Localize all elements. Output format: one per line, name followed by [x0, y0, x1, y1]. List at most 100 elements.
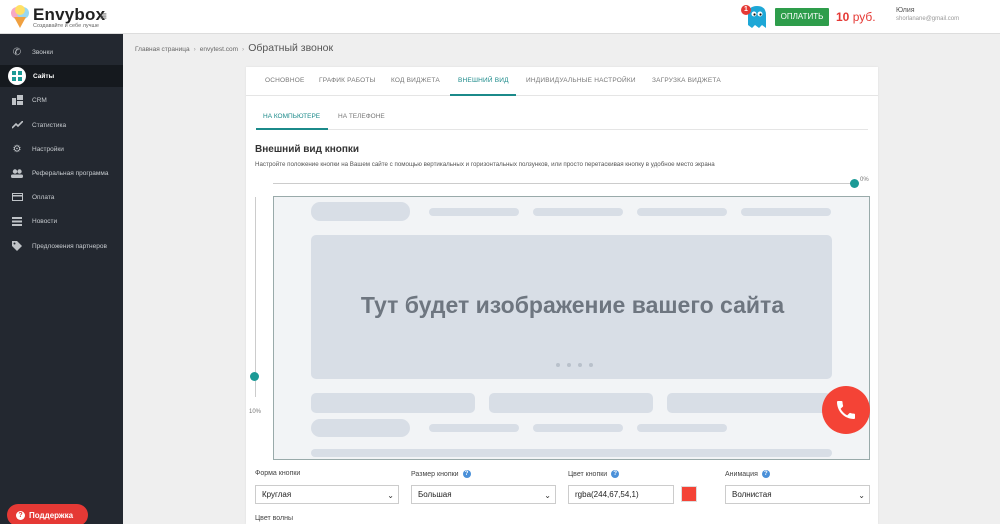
sidebar-item-calls[interactable]: ✆ Звонки: [0, 41, 123, 63]
site-preview: Тут будет изображение вашего сайта: [273, 196, 870, 460]
user-name[interactable]: Юлия: [896, 7, 915, 14]
tab-schedule[interactable]: ГРАФИК РАБОТЫ: [319, 77, 376, 84]
tab-widget-code[interactable]: КОД ВИДЖЕТА: [391, 77, 440, 84]
shape-label: Форма кнопки: [255, 470, 301, 477]
top-bar: Envybox Создавайте и себе лучше ≡ 1 ОПЛА…: [0, 0, 1000, 34]
tab-basic[interactable]: ОСНОВНОЕ: [265, 77, 305, 84]
callback-widget-button[interactable]: [822, 386, 870, 434]
preview-text-placeholder: [637, 424, 727, 432]
horizontal-slider-handle[interactable]: [850, 179, 859, 188]
preview-text-placeholder: [429, 424, 519, 432]
active-subtab-indicator: [256, 128, 328, 130]
tag-icon: [9, 238, 25, 254]
sidebar-item-label: Предложения партнеров: [32, 242, 107, 250]
sidebar-item-settings[interactable]: ⚙ Настройки: [0, 138, 123, 160]
sidebar-item-news[interactable]: Новости: [0, 210, 123, 232]
sidebar-item-crm[interactable]: CRM: [0, 89, 123, 111]
preview-footer-placeholder: [311, 449, 832, 457]
breadcrumb-site[interactable]: envytest.com: [200, 46, 238, 53]
sidebar-item-label: Оплата: [32, 193, 55, 201]
color-label: Цвет кнопки?: [568, 470, 620, 478]
support-label: Поддержка: [29, 510, 74, 520]
preview-card-placeholder: [311, 393, 475, 413]
preview-logo-placeholder: [311, 202, 410, 221]
help-icon[interactable]: ?: [611, 470, 620, 478]
preview-card-placeholder: [489, 393, 653, 413]
sidebar-item-sites[interactable]: Сайты: [0, 65, 123, 87]
sidebar-item-label: Звонки: [32, 48, 53, 56]
balance: 10 руб.: [836, 10, 876, 24]
vertical-slider-handle[interactable]: [250, 372, 259, 381]
preview-carousel-dots: [556, 363, 593, 367]
help-icon[interactable]: ?: [462, 470, 471, 478]
preview-nav-placeholder: [533, 208, 623, 216]
breadcrumb: Главная страница › envytest.com › Обратн…: [135, 42, 333, 54]
color-swatch[interactable]: [681, 486, 697, 502]
chevron-down-icon: ⌄: [858, 491, 865, 500]
chevron-down-icon: ⌄: [387, 491, 394, 500]
preview-nav-placeholder: [429, 208, 519, 216]
size-select[interactable]: Большая ⌄: [411, 485, 556, 504]
tab-individual-settings[interactable]: ИНДИВИДУАЛЬНЫЕ НАСТРОЙКИ: [526, 77, 636, 84]
phone-icon: ✆: [12, 46, 22, 58]
tab-appearance[interactable]: ВНЕШНИЙ ВИД: [458, 77, 509, 84]
preview-card-placeholder: [667, 393, 831, 413]
sidebar-item-label: Новости: [32, 217, 58, 225]
preview-nav-placeholder: [637, 208, 727, 216]
sidebar-item-label: Настройки: [32, 145, 64, 153]
breadcrumb-separator: ›: [193, 46, 196, 53]
wave-color-label: Цвет волны: [255, 515, 293, 522]
sidebar-item-payment[interactable]: Оплата: [0, 186, 123, 208]
sidebar-item-referral[interactable]: Реферальная программа: [0, 162, 123, 184]
sites-icon: [8, 67, 26, 85]
sidebar-item-label: Сайты: [33, 72, 55, 80]
question-icon: ?: [16, 510, 25, 520]
animation-select[interactable]: Волнистая ⌄: [725, 485, 870, 504]
phone-icon: [837, 401, 855, 419]
horizontal-slider-track[interactable]: [273, 183, 855, 184]
section-title: Внешний вид кнопки: [255, 144, 360, 155]
sidebar-item-label: CRM: [32, 96, 47, 104]
vertical-slider-track[interactable]: [255, 197, 256, 397]
menu-toggle-icon[interactable]: ≡: [100, 10, 107, 22]
size-label: Размер кнопки?: [411, 470, 471, 478]
brand-tagline: Создавайте и себе лучше: [33, 23, 99, 29]
preview-placeholder-text: Тут будет изображение вашего сайта: [360, 292, 785, 318]
breadcrumb-home[interactable]: Главная страница: [135, 46, 190, 53]
animation-label: Анимация?: [725, 470, 770, 478]
subtab-desktop[interactable]: НА КОМПЬЮТЕРЕ: [263, 113, 320, 120]
logo-icon[interactable]: [8, 5, 32, 29]
tab-bar: ОСНОВНОЕ ГРАФИК РАБОТЫ КОД ВИДЖЕТА ВНЕШН…: [246, 67, 878, 96]
preview-nav-placeholder: [741, 208, 831, 216]
sidebar-item-label: Реферальная программа: [32, 169, 109, 177]
chevron-down-icon: ⌄: [544, 491, 551, 500]
help-icon[interactable]: ?: [761, 470, 770, 478]
tab-widget-upload[interactable]: ЗАГРУЗКА ВИДЖЕТА: [652, 77, 721, 84]
brand-name[interactable]: Envybox: [33, 5, 105, 25]
news-icon: [9, 213, 25, 229]
support-button[interactable]: ? Поддержка: [7, 504, 88, 524]
sidebar-item-stats[interactable]: Статистика: [0, 114, 123, 136]
preview-button-placeholder: [311, 419, 410, 437]
crm-icon: [9, 92, 25, 108]
preview-text-placeholder: [533, 424, 623, 432]
horizontal-slider-value: 0%: [860, 177, 869, 183]
pay-button[interactable]: ОПЛАТИТЬ: [775, 8, 829, 26]
shape-select[interactable]: Круглая ⌄: [255, 485, 399, 504]
people-icon: [9, 165, 25, 181]
gear-icon: ⚙: [12, 143, 22, 155]
sidebar-item-partners[interactable]: Предложения партнеров: [0, 235, 123, 257]
breadcrumb-separator: ›: [242, 46, 245, 53]
payment-icon: [9, 189, 25, 205]
notification-badge: 1: [741, 5, 751, 15]
subtab-mobile[interactable]: НА ТЕЛЕФОНЕ: [338, 113, 385, 120]
vertical-slider-value: 10%: [249, 409, 262, 415]
color-input[interactable]: rgba(244,67,54,1): [568, 485, 674, 504]
user-email[interactable]: shorlanane@gmail.com: [896, 16, 959, 22]
sidebar: ✆ Звонки Сайты CRM Статистика ⚙ Настройк…: [0, 34, 123, 524]
section-description: Настройте положение кнопки на Вашем сайт…: [255, 161, 715, 168]
settings-card: ОСНОВНОЕ ГРАФИК РАБОТЫ КОД ВИДЖЕТА ВНЕШН…: [246, 67, 878, 524]
sidebar-item-label: Статистика: [32, 121, 67, 129]
subtab-bar: НА КОМПЬЮТЕРЕ НА ТЕЛЕФОНЕ: [256, 96, 868, 130]
balance-amount: 10: [836, 10, 850, 24]
